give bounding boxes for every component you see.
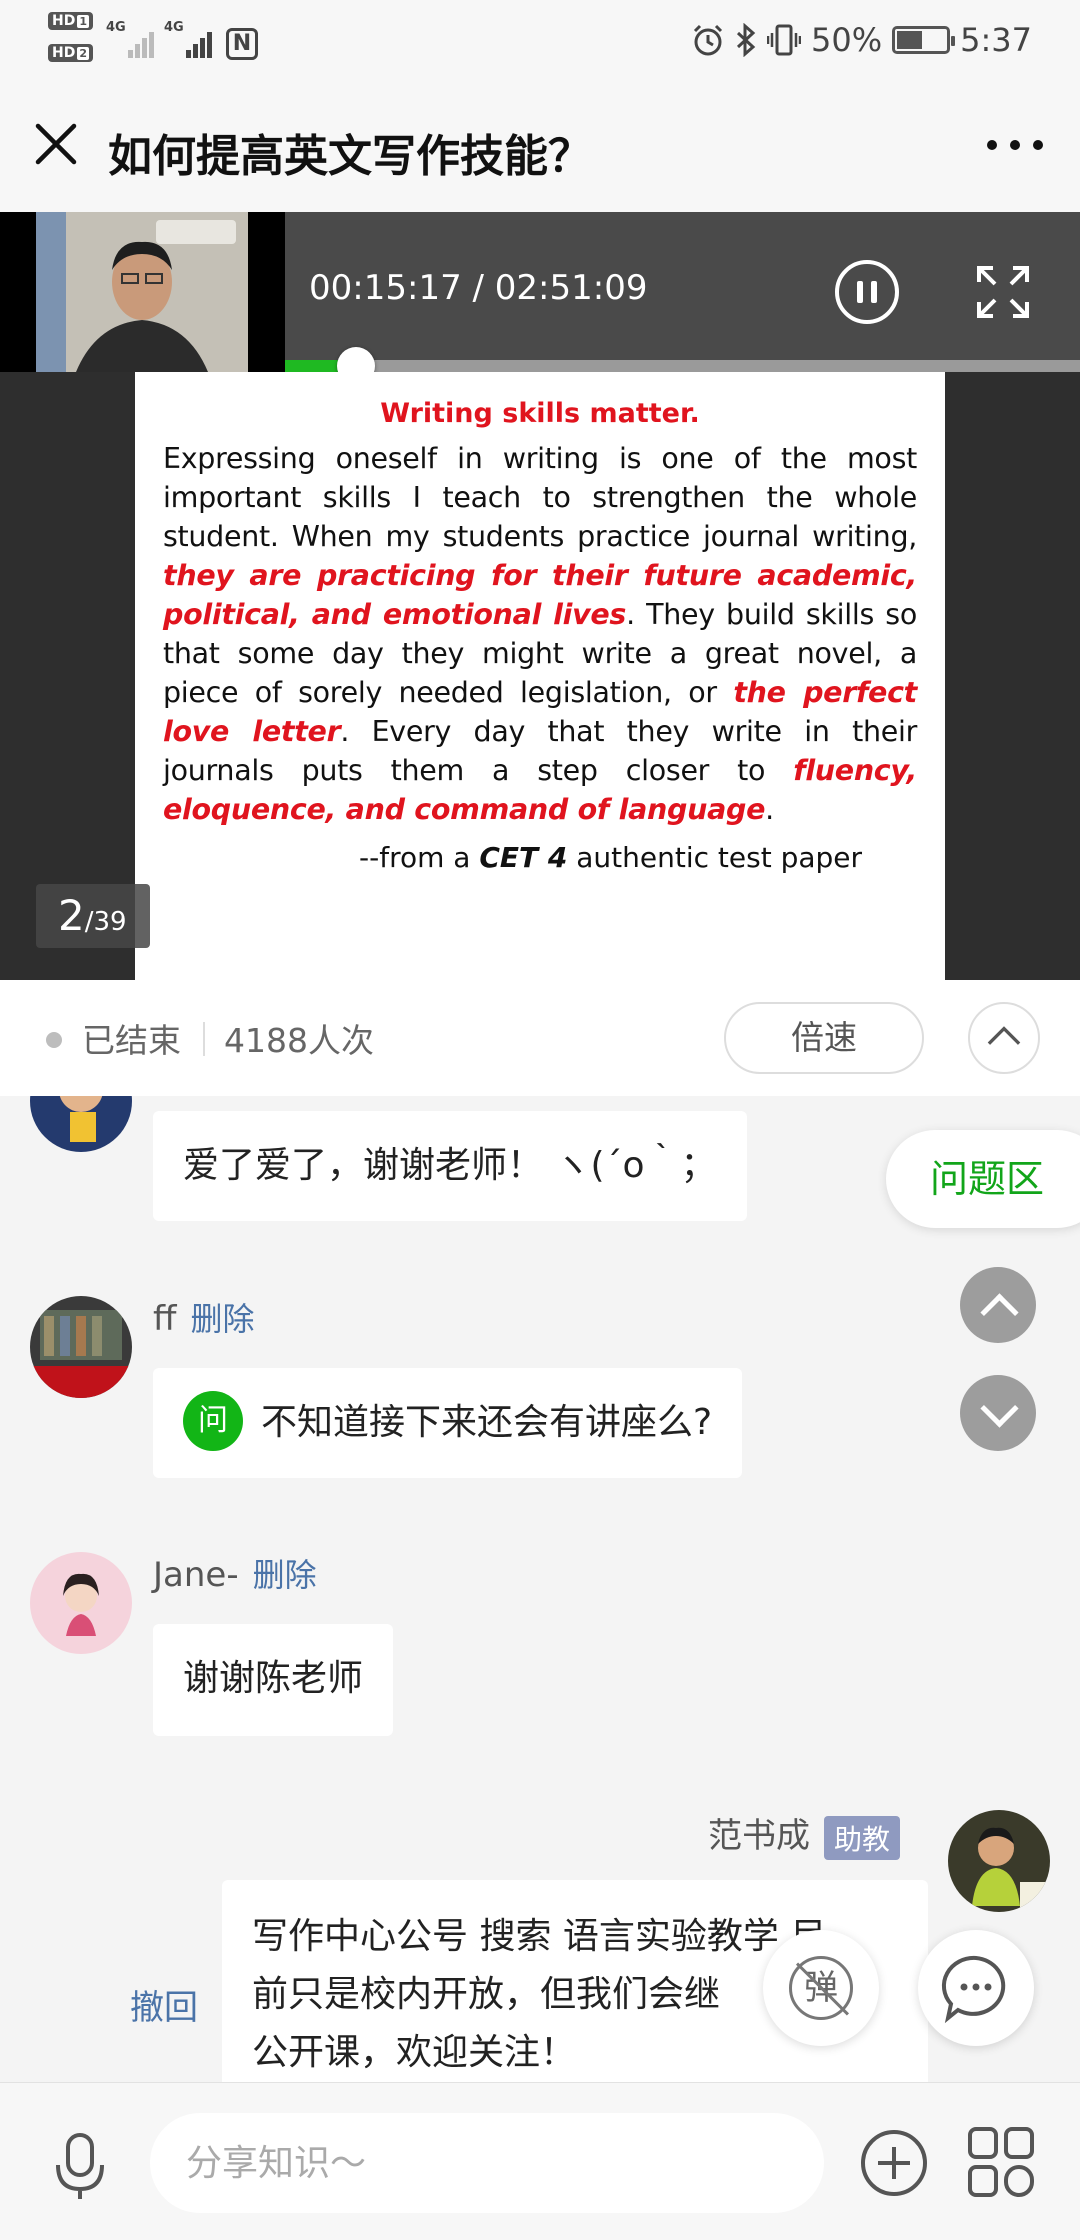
pause-icon[interactable]	[835, 260, 899, 324]
message-sender: ff 删除	[153, 1299, 255, 1339]
battery-percent: 50%	[811, 21, 883, 59]
avatar[interactable]	[30, 1552, 132, 1654]
apps-grid-icon[interactable]	[966, 2125, 1036, 2201]
player-controls: 00:15:17 / 02:51:09	[285, 212, 1080, 372]
delete-link[interactable]: 删除	[253, 1556, 317, 1594]
danmu-off-icon: 弹	[789, 1956, 853, 2020]
message-bubble: 爱了爱了，谢谢老师！ ヽ(´o｀；	[153, 1111, 747, 1221]
slide-title: Writing skills matter.	[380, 398, 700, 429]
webcam-feed	[0, 212, 285, 372]
status-bar: HD 1 HD 2 4G 4G N 50% 5:37	[0, 0, 1080, 80]
chat-bubble-icon	[941, 1955, 1006, 2024]
comment-button[interactable]	[918, 1930, 1034, 2046]
clock: 5:37	[960, 21, 1032, 59]
nfc-icon: N	[226, 28, 258, 60]
close-icon[interactable]	[28, 116, 84, 172]
slide-source: --from a CET 4 authentic test paper	[359, 841, 863, 874]
delete-link[interactable]: 删除	[190, 1300, 254, 1338]
slide-body: Expressing oneself in writing is one of …	[163, 439, 917, 829]
signal-icon-2	[186, 32, 214, 58]
presentation-slide: Writing skills matter. Expressing onesel…	[135, 372, 945, 980]
plus-icon[interactable]	[858, 2127, 930, 2199]
microphone-icon[interactable]	[50, 2131, 110, 2201]
avatar[interactable]	[948, 1810, 1050, 1912]
recall-link[interactable]: 撤回	[130, 1980, 198, 2029]
vibrate-icon	[767, 24, 802, 56]
message-bubble: 谢谢陈老师	[153, 1624, 394, 1736]
view-count: 4188人次	[224, 1021, 374, 1060]
message-text: 不知道接下来还会有讲座么?	[261, 1402, 713, 1443]
slide-text: Expressing oneself in writing is one of …	[163, 442, 917, 553]
chevron-up-icon[interactable]	[968, 1002, 1040, 1074]
teaching-assistant-badge: 助教	[824, 1815, 901, 1860]
live-status: 已结束	[82, 1021, 181, 1060]
danmu-toggle-button[interactable]: 弹	[763, 1930, 879, 2046]
live-info-bar: 已结束 4188人次 倍速	[0, 980, 1080, 1096]
fullscreen-icon[interactable]	[975, 264, 1031, 320]
message-sender: Jane- 删除	[153, 1555, 317, 1595]
alarm-icon	[693, 24, 723, 56]
hd2-badge: HD 2	[48, 44, 93, 62]
message-bubble: 问不知道接下来还会有讲座么?	[153, 1368, 743, 1478]
status-bar-right: 50% 5:37	[691, 18, 1032, 62]
presenter-video	[36, 212, 248, 372]
question-badge: 问	[183, 1391, 243, 1451]
bottom-input-bar	[0, 2082, 1080, 2240]
slide-text: .	[765, 793, 774, 826]
hd1-badge: HD 1	[48, 12, 93, 30]
qa-section-tab[interactable]: 问题区	[886, 1130, 1080, 1228]
message-sender: 范书成 助教	[708, 1808, 901, 1860]
video-player[interactable]: 00:15:17 / 02:51:09 Writing skills matte…	[0, 212, 1080, 980]
scroll-down-icon[interactable]	[960, 1375, 1036, 1451]
avatar[interactable]	[30, 1096, 132, 1152]
slide-page-counter: 2/39	[36, 884, 150, 948]
more-options-icon[interactable]	[980, 120, 1050, 170]
network-label-1: 4G	[106, 20, 126, 35]
progress-track	[285, 360, 1080, 372]
battery-icon	[892, 26, 956, 54]
progress-bar[interactable]	[285, 347, 1080, 385]
avatar[interactable]	[30, 1296, 132, 1398]
status-dot-icon	[46, 1032, 62, 1048]
share-knowledge-input[interactable]	[150, 2113, 824, 2213]
status-bar-left: HD 1 HD 2 4G 4G N	[48, 10, 268, 70]
signal-icon-1	[128, 32, 156, 58]
playback-time: 00:15:17 / 02:51:09	[309, 268, 648, 308]
network-label-2: 4G	[164, 20, 184, 35]
bluetooth-icon	[736, 23, 756, 57]
page-title: 如何提高英文写作技能？	[108, 131, 592, 182]
scroll-up-icon[interactable]	[960, 1267, 1036, 1343]
header: 如何提高英文写作技能？	[0, 80, 1080, 212]
playback-speed-button[interactable]: 倍速	[724, 1002, 924, 1074]
divider	[203, 1022, 205, 1056]
